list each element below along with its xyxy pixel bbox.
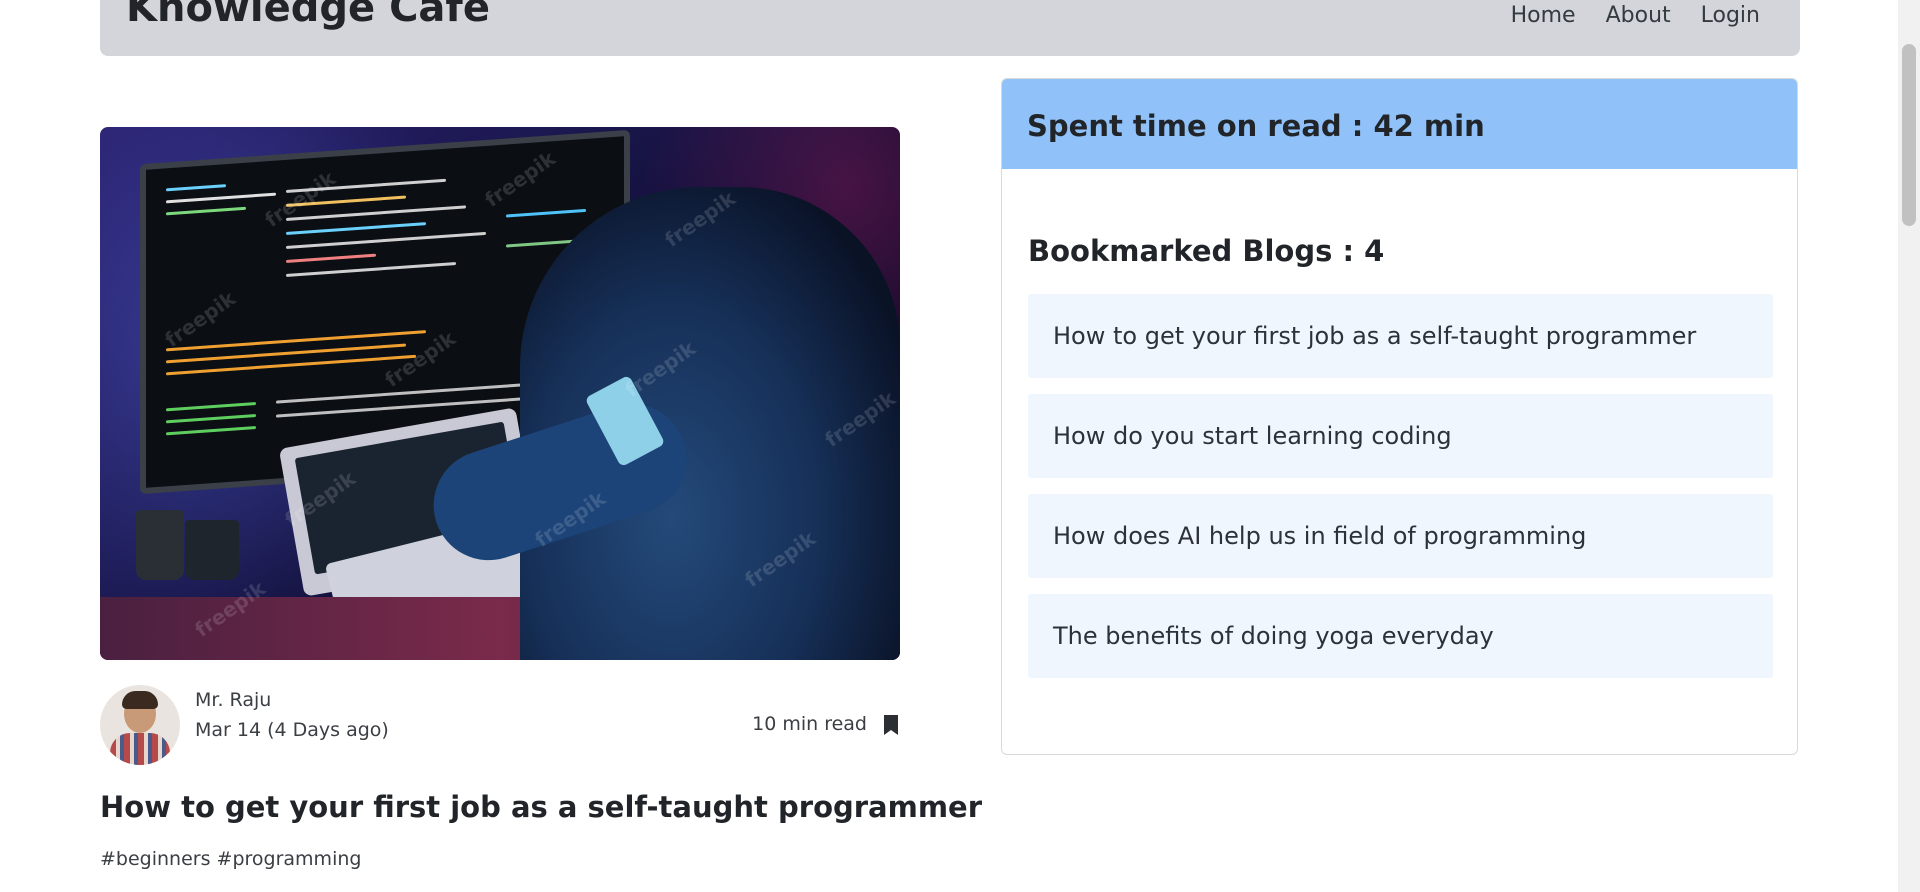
read-time: 10 min read <box>752 713 867 735</box>
author-avatar <box>100 685 180 765</box>
spent-time-header: Spent time on read : 42 min <box>1002 79 1797 169</box>
bookmark-item-title: How do you start learning coding <box>1053 422 1452 450</box>
sidebar: Spent time on read : 42 min Bookmarked B… <box>1001 78 1798 755</box>
brand-title: Knowledge Cafe <box>126 0 490 31</box>
image-mug <box>185 520 239 580</box>
bookmark-item-title: How to get your first job as a self-taug… <box>1053 322 1697 350</box>
nav-links: Home About Login <box>1511 0 1760 32</box>
post-date: Mar 14 (4 Days ago) <box>195 719 389 741</box>
navbar: Knowledge Cafe Home About Login <box>100 0 1800 56</box>
page: Knowledge Cafe Home About Login freepik … <box>0 0 1920 892</box>
bookmark-item-title: How does AI help us in field of programm… <box>1053 522 1587 550</box>
bookmarks-title: Bookmarked Blogs : 4 <box>1028 234 1385 268</box>
blog-cover-image: freepik freepik freepik freepik freepik … <box>100 127 900 660</box>
image-cup <box>136 510 184 580</box>
spent-time-text: Spent time on read : 42 min <box>1027 109 1485 143</box>
scrollbar-thumb[interactable] <box>1902 44 1916 226</box>
bookmark-item[interactable]: The benefits of doing yoga everyday <box>1028 594 1773 678</box>
bookmark-item[interactable]: How to get your first job as a self-taug… <box>1028 294 1773 378</box>
bookmark-icon <box>884 715 898 735</box>
author-name: Mr. Raju <box>195 689 272 711</box>
nav-login-link[interactable]: Login <box>1701 0 1760 32</box>
bookmark-button[interactable] <box>882 714 900 736</box>
nav-about-link[interactable]: About <box>1606 0 1671 32</box>
blog-tags: #beginners #programming <box>100 848 362 870</box>
author-row: Mr. Raju Mar 14 (4 Days ago) 10 min read <box>100 683 900 767</box>
nav-home-link[interactable]: Home <box>1511 0 1576 32</box>
blog-title[interactable]: How to get your first job as a self-taug… <box>100 790 982 824</box>
page-scrollbar[interactable] <box>1898 0 1920 892</box>
bookmark-item-title: The benefits of doing yoga everyday <box>1053 622 1494 650</box>
bookmark-item[interactable]: How does AI help us in field of programm… <box>1028 494 1773 578</box>
bookmark-item[interactable]: How do you start learning coding <box>1028 394 1773 478</box>
